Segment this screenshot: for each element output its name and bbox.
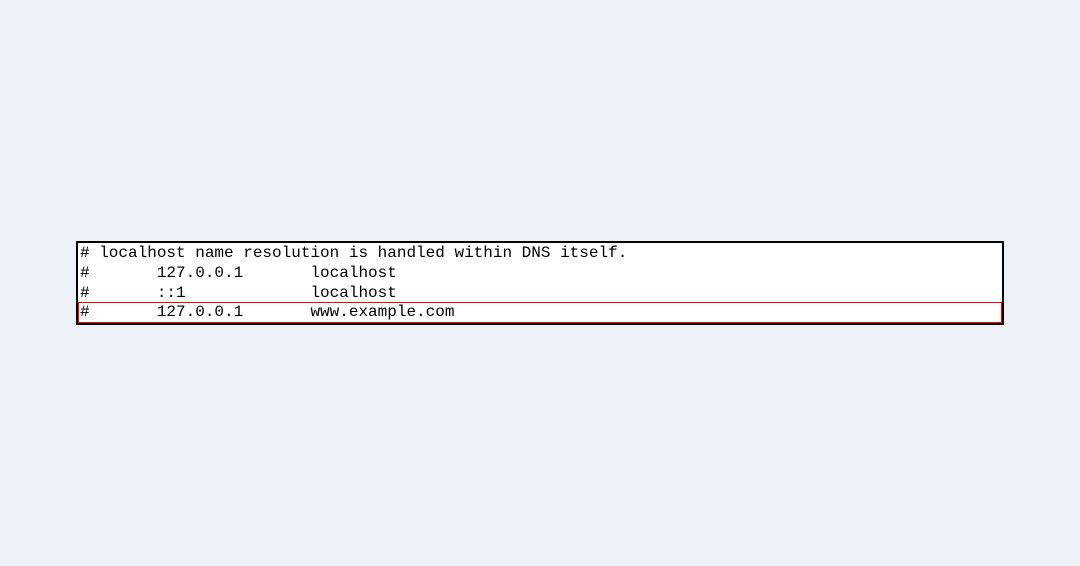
hosts-highlighted-entry: # 127.0.0.1 www.example.com	[78, 302, 1002, 323]
hosts-entry-line: # ::1 localhost	[78, 283, 1002, 303]
hosts-comment-line: # localhost name resolution is handled w…	[78, 243, 1002, 263]
hosts-file-content: # localhost name resolution is handled w…	[76, 241, 1004, 325]
hosts-entry-line: # 127.0.0.1 localhost	[78, 263, 1002, 283]
